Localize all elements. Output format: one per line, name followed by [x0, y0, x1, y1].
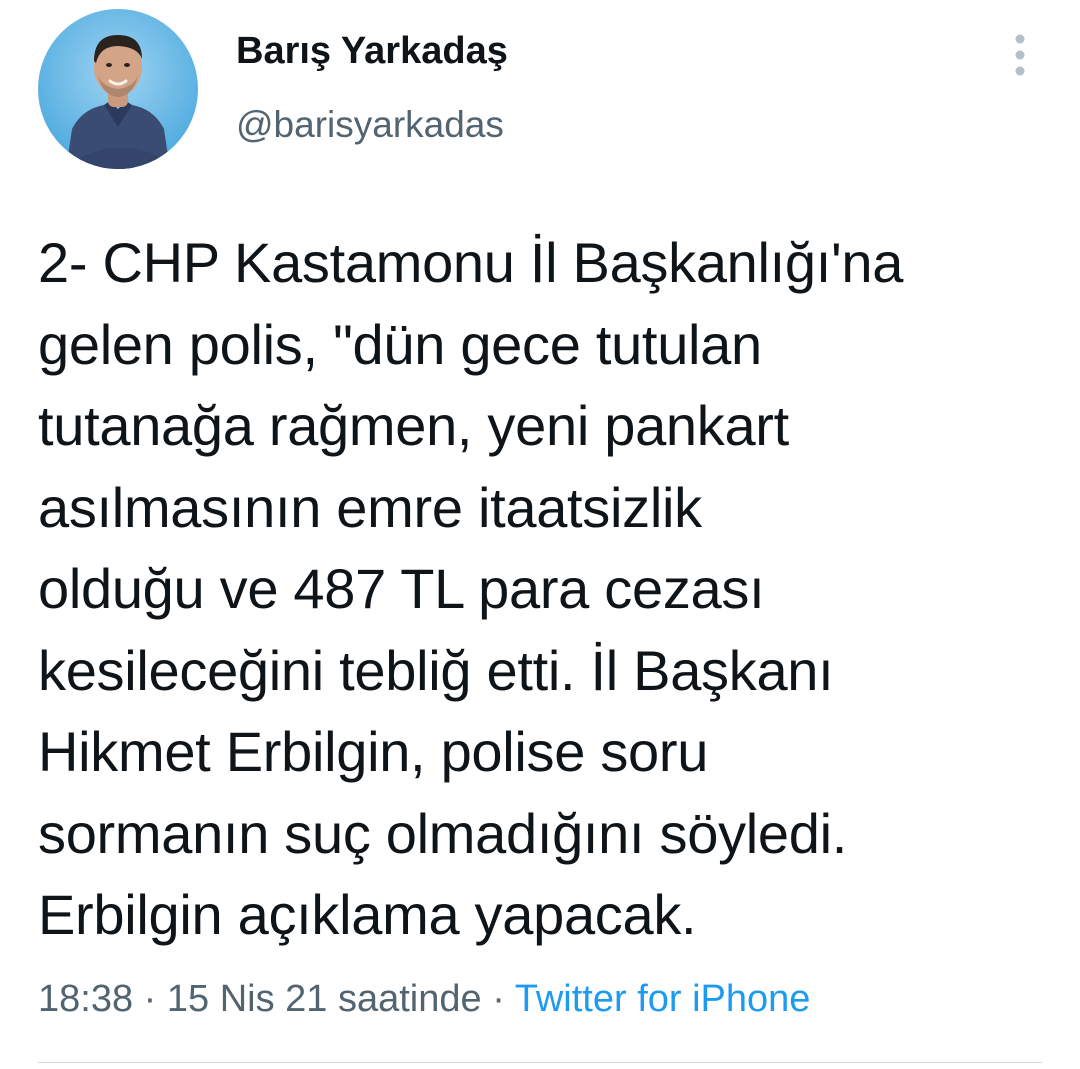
more-vertical-icon — [1015, 34, 1025, 76]
tweet-date: 15 Nis 21 saatinde — [166, 978, 482, 1020]
tweet-meta: 18:38 · 15 Nis 21 saatinde · Twitter for… — [38, 978, 810, 1021]
tweet-text: 2- CHP Kastamonu İl Başkanlığı'na gelen … — [38, 231, 904, 946]
tweet: Barış Yarkadaş @barisyarkadas 2- CHP Kas… — [0, 0, 1080, 1069]
tweet-source-link[interactable]: Twitter for iPhone — [515, 978, 811, 1020]
meta-separator: · — [481, 978, 515, 1020]
meta-separator: · — [133, 978, 167, 1020]
tweet-time: 18:38 — [38, 978, 134, 1020]
author-handle[interactable]: @barisyarkadas — [236, 104, 504, 146]
author-display-name[interactable]: Barış Yarkadaş — [236, 30, 508, 73]
profile-photo-icon — [38, 9, 198, 169]
divider — [38, 1062, 1042, 1063]
more-options-button[interactable] — [998, 30, 1042, 80]
avatar[interactable] — [38, 9, 198, 169]
